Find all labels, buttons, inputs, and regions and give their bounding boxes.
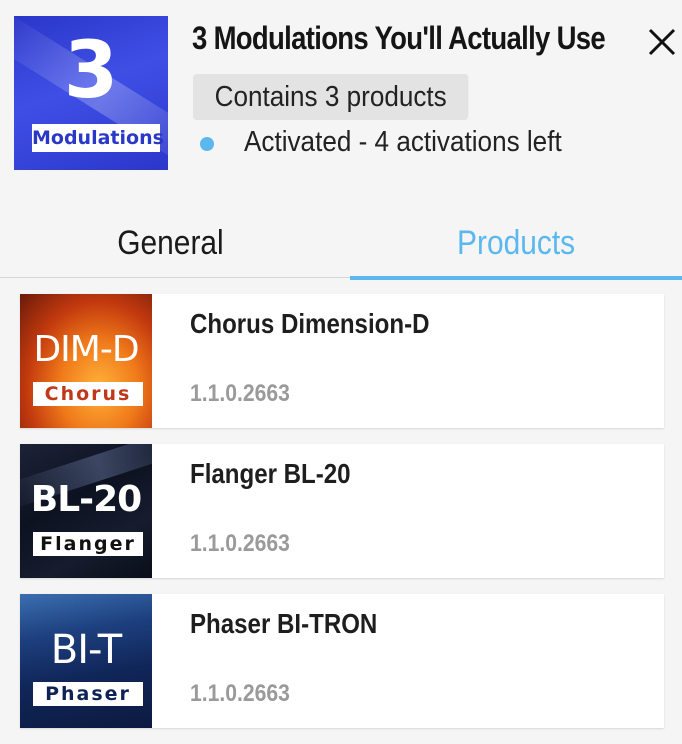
tab-general-label: General (117, 224, 224, 262)
product-name: Flanger BL-20 (190, 458, 351, 489)
bundle-artwork-label: Modulations (32, 124, 164, 152)
product-card-chorus-dimension-d[interactable]: DIM-D Chorus Chorus Dimension-D 1.1.0.26… (20, 294, 664, 428)
tab-products[interactable]: Products (350, 212, 682, 274)
product-version: 1.1.0.2663 (190, 680, 290, 707)
tab-products-label: Products (456, 224, 576, 262)
active-tab-indicator (350, 276, 682, 280)
product-card-flanger-bl-20[interactable]: BL-20 Flanger Flanger BL-20 1.1.0.2663 (20, 444, 664, 578)
product-version: 1.1.0.2663 (190, 380, 290, 407)
product-version: 1.1.0.2663 (190, 530, 290, 557)
product-artwork-bi-t: BI-T Phaser (20, 594, 152, 728)
product-artwork-title: BI-T (50, 627, 122, 673)
bundle-artwork: 3 Modulations (14, 16, 168, 170)
product-card-phaser-bi-tron[interactable]: BI-T Phaser Phaser BI-TRON 1.1.0.2663 (20, 594, 664, 728)
tab-bar: General Products (0, 200, 682, 278)
product-name: Phaser BI-TRON (190, 608, 378, 639)
bundle-artwork-number: 3 (63, 26, 119, 116)
tab-general[interactable]: General (0, 212, 341, 274)
product-artwork-label: Flanger (33, 532, 143, 556)
contents-chip: Contains 3 products (193, 74, 469, 120)
product-artwork-bl-20: BL-20 Flanger (20, 444, 152, 578)
product-artwork-dim-d: DIM-D Chorus (20, 294, 152, 428)
product-list: DIM-D Chorus Chorus Dimension-D 1.1.0.26… (20, 294, 664, 744)
close-icon[interactable] (644, 24, 680, 60)
product-artwork-title: BL-20 (30, 479, 142, 520)
product-artwork-title: DIM-D (33, 329, 139, 370)
product-artwork-label: Phaser (33, 682, 143, 706)
product-name: Chorus Dimension-D (190, 308, 430, 339)
product-artwork-label: Chorus (33, 382, 143, 406)
bundle-header: 3 Modulations 3 Modulations You'll Actua… (0, 0, 682, 200)
bundle-title: 3 Modulations You'll Actually Use (192, 20, 606, 56)
activation-status-dot-icon (200, 137, 214, 151)
activation-status-text: Activated - 4 activations left (244, 126, 562, 158)
